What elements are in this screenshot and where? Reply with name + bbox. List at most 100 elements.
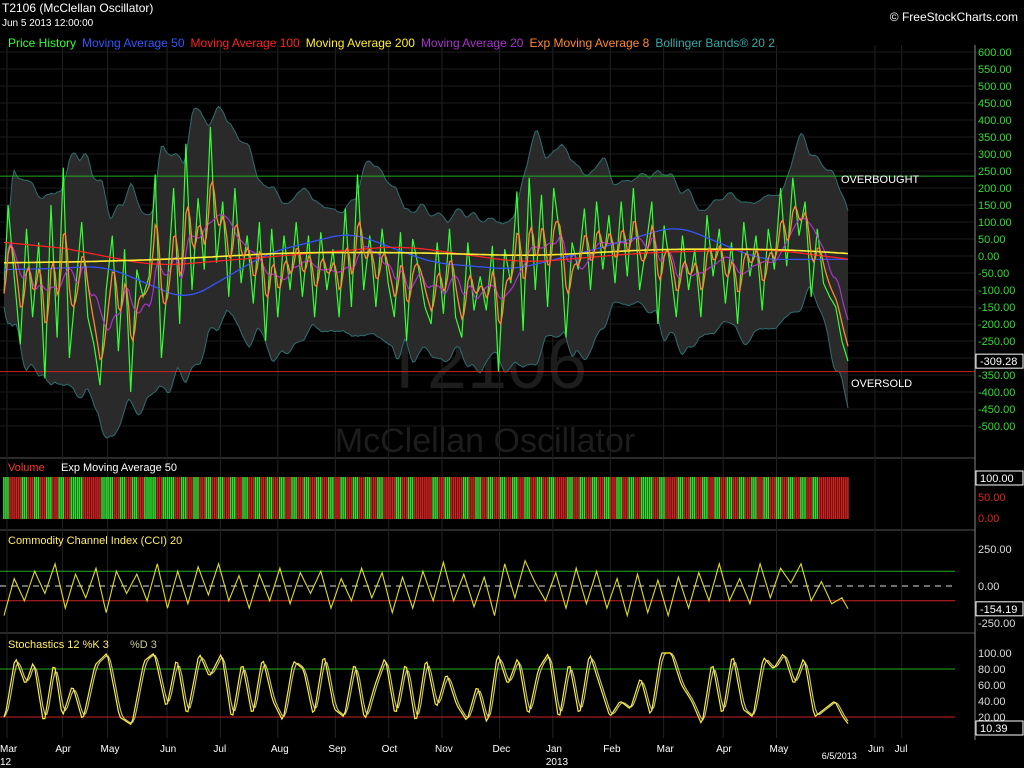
volume-bar xyxy=(195,477,197,519)
volume-bar xyxy=(5,477,7,519)
volume-bar xyxy=(111,477,113,519)
volume-bar xyxy=(626,477,628,519)
volume-bar xyxy=(653,477,655,519)
volume-bar xyxy=(718,477,720,519)
volume-bar xyxy=(650,477,653,519)
volume-bar xyxy=(323,477,326,519)
volume-bar xyxy=(88,477,91,519)
volume-bar xyxy=(152,477,154,519)
volume-bar xyxy=(697,477,700,519)
volume-bar xyxy=(185,477,187,519)
volume-bar xyxy=(585,477,588,519)
volume-bar xyxy=(7,477,9,519)
volume-bar xyxy=(101,477,103,519)
volume-bar xyxy=(375,477,377,519)
volume-bar xyxy=(121,477,124,519)
volume-bar xyxy=(767,477,769,519)
volume-bar xyxy=(11,477,13,519)
volume-bar xyxy=(526,477,528,519)
volume-bar xyxy=(138,477,140,519)
cci-last-value: -154.19 xyxy=(980,604,1017,616)
volume-bar xyxy=(599,477,602,519)
volume-bar xyxy=(528,477,530,519)
main-y-tick: 550.00 xyxy=(978,64,1012,76)
volume-bar xyxy=(27,477,30,519)
volume-bar xyxy=(168,477,171,519)
x-tick-label: Nov xyxy=(435,744,453,755)
indicator-legend: Price History Moving Average 50 Moving Ave… xyxy=(8,36,781,50)
volume-bar xyxy=(252,477,254,519)
volume-bar xyxy=(144,477,146,519)
volume-bar xyxy=(244,477,246,519)
volume-bar xyxy=(587,477,590,519)
volume-y-tick: 0.00 xyxy=(978,513,999,525)
volume-bar xyxy=(103,477,105,519)
volume-bar xyxy=(436,477,438,519)
volume-bar xyxy=(391,477,393,519)
volume-bar xyxy=(826,477,829,519)
volume-bar xyxy=(747,477,749,519)
volume-bar xyxy=(279,477,281,519)
volume-bar xyxy=(37,477,40,519)
volume-bar xyxy=(240,477,242,519)
volume-bar xyxy=(646,477,649,519)
volume-bar xyxy=(689,477,692,519)
volume-bar xyxy=(31,477,34,519)
volume-bar xyxy=(99,477,101,519)
volume-bar xyxy=(299,477,301,519)
volume-bar xyxy=(640,477,643,519)
volume-bar xyxy=(354,477,357,519)
volume-bar xyxy=(289,477,291,519)
volume-bar xyxy=(254,477,257,519)
oversold-label: OVERSOLD xyxy=(851,378,912,390)
volume-bar xyxy=(72,477,75,519)
volume-bar xyxy=(154,477,156,519)
volume-bar xyxy=(264,477,267,519)
volume-bar xyxy=(665,477,667,519)
volume-bar xyxy=(796,477,798,519)
volume-bar xyxy=(76,477,79,519)
volume-bar xyxy=(68,477,71,519)
volume-bar xyxy=(127,477,130,519)
volume-bar xyxy=(248,477,250,519)
volume-bar xyxy=(561,477,563,519)
x-tick-label: Jan xyxy=(546,744,562,755)
volume-y-tick: 50.00 xyxy=(978,492,1006,504)
volume-bar xyxy=(542,477,545,519)
main-y-tick: -350.00 xyxy=(978,370,1015,382)
volume-bar xyxy=(346,477,348,519)
volume-bar xyxy=(583,477,586,519)
volume-bar xyxy=(156,477,158,519)
volume-bar xyxy=(655,477,657,519)
volume-bar xyxy=(266,477,269,519)
overbought-label: OVERBOUGHT xyxy=(841,174,920,186)
volume-bar xyxy=(358,477,361,519)
cci-y-tick: 0.00 xyxy=(978,581,999,593)
volume-bar xyxy=(178,477,181,519)
volume-bar xyxy=(305,477,308,519)
volume-bar xyxy=(732,477,735,519)
volume-bar xyxy=(215,477,218,519)
volume-bar xyxy=(311,477,314,519)
volume-bar xyxy=(123,477,126,519)
volume-bar xyxy=(217,477,220,519)
volume-bar xyxy=(744,477,747,519)
volume-bar xyxy=(221,477,224,519)
main-y-tick: 600.00 xyxy=(978,47,1012,59)
x-tick-label: Sep xyxy=(328,744,346,755)
volume-bar xyxy=(389,477,391,519)
volume-bar xyxy=(532,477,534,519)
volume-bar xyxy=(577,477,579,519)
volume-bar xyxy=(115,477,118,519)
volume-bar xyxy=(610,477,612,519)
volume-bar xyxy=(146,477,148,519)
volume-bar xyxy=(334,477,336,519)
volume-bar xyxy=(281,477,283,519)
main-y-tick: 250.00 xyxy=(978,166,1012,178)
volume-bar xyxy=(227,477,230,519)
volume-bar xyxy=(454,477,457,519)
volume-bar xyxy=(256,477,259,519)
main-y-tick: 0.00 xyxy=(978,251,999,263)
volume-bar xyxy=(360,477,363,519)
volume-bar xyxy=(150,477,152,519)
